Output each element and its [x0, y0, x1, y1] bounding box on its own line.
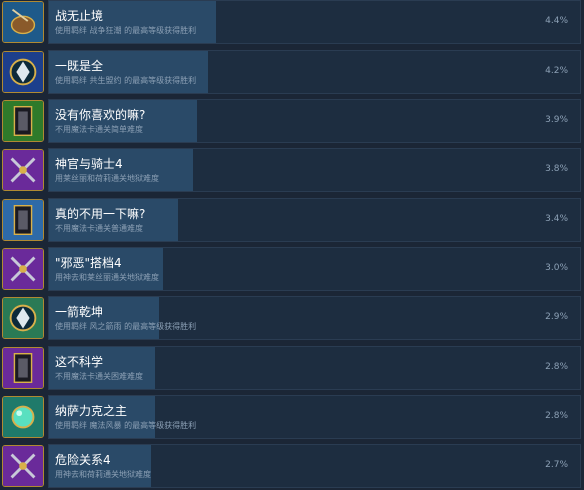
achievement-title: 一既是全 [55, 59, 104, 73]
purple-weapons-icon [2, 248, 44, 290]
achievement-row[interactable]: "邪恶"搭档4 用神去和莱丝丽通关地狱难度 3.0% [0, 247, 584, 293]
achievement-description: 不用魔法卡通关困难难度 [55, 372, 143, 381]
achievement-card: 这不科学不用魔法卡通关困难难度 2.8% [48, 346, 581, 390]
achievement-card: 一既是全使用羁绊 共生盟约 的最高等级获得胜利 4.2% [48, 50, 581, 94]
achievement-title: 一箭乾坤 [55, 305, 104, 319]
achievement-title: 神官与骑士4 [55, 157, 123, 171]
achievement-card: 神官与骑士4 用莱丝丽和荷莉通关地狱难度 3.8% [48, 148, 581, 192]
unlock-percent: 3.9% [545, 115, 568, 125]
unlock-percent: 2.8% [545, 362, 568, 372]
purple-daggers-icon [2, 445, 44, 487]
unlock-percent: 3.4% [545, 214, 568, 224]
achievement-card: 纳萨力克之主使用羁绊 魔法风暴 的最高等级获得胜利 2.8% [48, 395, 581, 439]
achievement-row[interactable]: 一箭乾坤使用羁绊 风之箭雨 的最高等级获得胜利 2.9% [0, 296, 584, 342]
achievement-title: "邪恶"搭档4 [55, 256, 122, 270]
achievement-description: 使用羁绊 魔法风暴 的最高等级获得胜利 [55, 421, 197, 430]
achievement-row[interactable]: 战无止境使用羁绊 战争狂潮 的最高等级获得胜利 4.4% [0, 0, 584, 46]
achievement-title: 纳萨力克之主 [55, 404, 128, 418]
achievement-card: "邪恶"搭档4 用神去和莱丝丽通关地狱难度 3.0% [48, 247, 581, 291]
achievement-description: 用神去和荷莉通关地狱难度 [55, 470, 151, 479]
unlock-percent: 2.9% [545, 312, 568, 322]
purple-card-frame-icon [2, 347, 44, 389]
achievement-row[interactable]: 真的不用一下嘛? 不用魔法卡通关普通难度 3.4% [0, 198, 584, 244]
achievement-row[interactable]: 危险关系4 用神去和荷莉通关地狱难度 2.7% [0, 444, 584, 490]
unlock-percent: 3.0% [545, 263, 568, 273]
unlock-percent: 2.7% [545, 460, 568, 470]
achievement-row[interactable]: 纳萨力克之主使用羁绊 魔法风暴 的最高等级获得胜利 2.8% [0, 395, 584, 441]
achievement-description: 不用魔法卡通关普通难度 [55, 224, 143, 233]
unlock-percent: 2.8% [545, 411, 568, 421]
achievement-description: 使用羁绊 风之箭雨 的最高等级获得胜利 [55, 322, 197, 331]
achievement-title: 真的不用一下嘛? [55, 207, 146, 221]
achievement-row[interactable]: 没有你喜欢的嘛? 不用魔法卡通关简单难度 3.9% [0, 99, 584, 145]
achievement-row[interactable]: 神官与骑士4 用莱丝丽和荷莉通关地狱难度 3.8% [0, 148, 584, 194]
achievement-row[interactable]: 一既是全使用羁绊 共生盟约 的最高等级获得胜利 4.2% [0, 50, 584, 96]
green-card-frame-icon [2, 100, 44, 142]
achievement-card: 一箭乾坤使用羁绊 风之箭雨 的最高等级获得胜利 2.9% [48, 296, 581, 340]
blue-card-frame-icon [2, 199, 44, 241]
achievement-title: 危险关系4 [55, 453, 111, 467]
achievement-title: 战无止境 [55, 9, 104, 23]
magic-orb-icon [2, 396, 44, 438]
achievement-row[interactable]: 这不科学不用魔法卡通关困难难度 2.8% [0, 346, 584, 392]
unlock-percent: 4.2% [545, 66, 568, 76]
achievement-description: 使用羁绊 战争狂潮 的最高等级获得胜利 [55, 26, 197, 35]
unlock-percent: 4.4% [545, 16, 568, 26]
war-drum-icon [2, 1, 44, 43]
achievement-description: 用莱丝丽和荷莉通关地狱难度 [55, 174, 159, 183]
achievement-card: 战无止境使用羁绊 战争狂潮 的最高等级获得胜利 4.4% [48, 0, 581, 44]
achievement-title: 这不科学 [55, 355, 104, 369]
achievement-description: 不用魔法卡通关简单难度 [55, 125, 143, 134]
achievement-card: 没有你喜欢的嘛? 不用魔法卡通关简单难度 3.9% [48, 99, 581, 143]
unlock-percent: 3.8% [545, 164, 568, 174]
achievement-card: 危险关系4 用神去和荷莉通关地狱难度 2.7% [48, 444, 581, 488]
achievement-title: 没有你喜欢的嘛? [55, 108, 146, 122]
achievement-description: 用神去和莱丝丽通关地狱难度 [55, 273, 159, 282]
achievement-description: 使用羁绊 共生盟约 的最高等级获得胜利 [55, 76, 197, 85]
achievement-list: 战无止境使用羁绊 战争狂潮 的最高等级获得胜利 4.4% 一既是全使用羁绊 共生盟约… [0, 0, 584, 489]
blue-hand-crest-icon [2, 51, 44, 93]
achievement-card: 真的不用一下嘛? 不用魔法卡通关普通难度 3.4% [48, 198, 581, 242]
crossed-swords-icon [2, 149, 44, 191]
wind-arrow-crest-icon [2, 297, 44, 339]
